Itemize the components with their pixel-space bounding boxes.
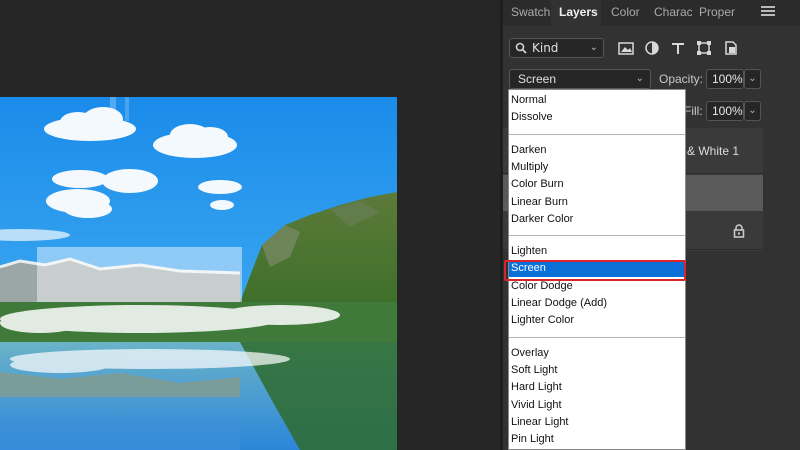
tab-swatches[interactable]: Swatch xyxy=(511,0,551,26)
blend-option-vivid-light[interactable]: Vivid Light xyxy=(509,397,685,414)
landscape-photo xyxy=(0,97,397,450)
blend-mode-value: Screen xyxy=(518,72,557,86)
shape-filter-icon[interactable] xyxy=(695,39,713,57)
blend-option-darker-color[interactable]: Darker Color xyxy=(509,211,685,228)
tab-properties[interactable]: Proper xyxy=(699,0,739,26)
opacity-label: Opacity: xyxy=(659,72,704,86)
chevron-down-icon: ⌄ xyxy=(589,42,598,53)
layer-name[interactable]: & White 1 xyxy=(687,144,739,158)
kind-filter-label: Kind xyxy=(532,41,559,55)
image-filter-icon[interactable] xyxy=(617,39,635,57)
search-icon xyxy=(515,42,527,54)
blend-option-linear-light[interactable]: Linear Light xyxy=(509,414,685,431)
document-canvas[interactable] xyxy=(0,0,503,450)
blend-option-linear-dodge-add[interactable]: Linear Dodge (Add) xyxy=(509,295,685,312)
fill-label: Fill: xyxy=(684,104,703,118)
fill-dropdown-chevron-icon[interactable]: ⌄ xyxy=(744,101,761,121)
blend-option-multiply[interactable]: Multiply xyxy=(509,159,685,176)
blend-option-soft-light[interactable]: Soft Light xyxy=(509,362,685,379)
blend-mode-select[interactable]: Screen ⌄ xyxy=(509,69,651,89)
panel-menu-icon[interactable] xyxy=(761,6,775,18)
menu-separator xyxy=(509,336,685,338)
tab-color[interactable]: Color xyxy=(611,0,649,26)
type-filter-icon[interactable] xyxy=(669,39,687,57)
menu-separator xyxy=(509,133,685,135)
smart-object-filter-icon[interactable] xyxy=(722,39,740,57)
blend-option-dissolve[interactable]: Dissolve xyxy=(509,109,685,126)
blend-option-pin-light[interactable]: Pin Light xyxy=(509,431,685,448)
blend-option-color-burn[interactable]: Color Burn xyxy=(509,176,685,193)
blend-option-lighten[interactable]: Lighten xyxy=(509,243,685,260)
tab-character[interactable]: Charac xyxy=(654,0,692,26)
blend-option-normal[interactable]: Normal xyxy=(509,92,685,109)
screen-option-highlight xyxy=(504,260,686,281)
opacity-field[interactable]: 100% xyxy=(706,69,744,89)
chevron-down-icon: ⌄ xyxy=(635,73,644,84)
adjustment-filter-icon[interactable] xyxy=(643,39,661,57)
fill-field[interactable]: 100% xyxy=(706,101,744,121)
opacity-dropdown-chevron-icon[interactable]: ⌄ xyxy=(744,69,761,89)
panel-side-strip xyxy=(763,128,800,450)
layer-kind-filter[interactable]: Kind ⌄ xyxy=(509,38,604,58)
blend-option-hard-light[interactable]: Hard Light xyxy=(509,379,685,396)
blend-option-overlay[interactable]: Overlay xyxy=(509,345,685,362)
blend-option-lighter-color[interactable]: Lighter Color xyxy=(509,312,685,329)
menu-separator xyxy=(509,235,685,237)
tab-layers[interactable]: Layers xyxy=(551,0,601,26)
panel-tab-bar: Swatch Layers Color Charac Proper xyxy=(503,0,800,26)
lock-icon[interactable] xyxy=(733,224,745,238)
blend-option-darken[interactable]: Darken xyxy=(509,142,685,159)
blend-option-linear-burn[interactable]: Linear Burn xyxy=(509,194,685,211)
